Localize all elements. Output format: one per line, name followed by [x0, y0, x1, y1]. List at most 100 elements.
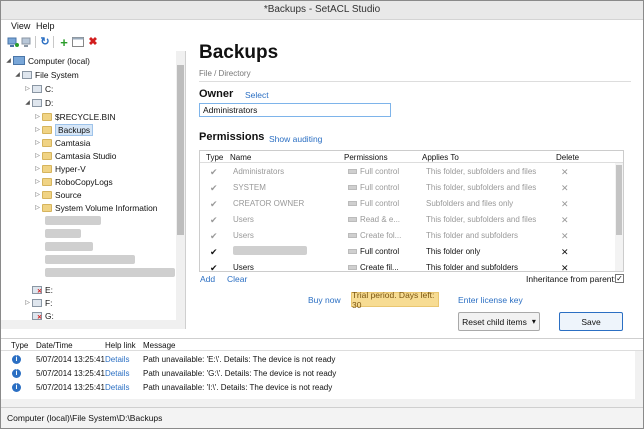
tree-item-computer[interactable]: ◢ Computer (local)	[4, 54, 90, 67]
column-header-type[interactable]: Type	[206, 153, 223, 162]
scrollbar-thumb[interactable]	[177, 65, 184, 235]
inheritance-checkbox[interactable]: ✓	[615, 274, 624, 283]
expand-icon[interactable]: ▷	[33, 139, 42, 146]
expand-icon[interactable]: ▷	[33, 126, 42, 133]
table-row[interactable]: ✔ SYSTEM Full control This folder, subfo…	[200, 179, 623, 195]
tree-item-drive-d[interactable]: ◢ D:	[23, 96, 53, 109]
tree-item-folder[interactable]: ▷ Hyper-V	[33, 162, 86, 175]
add-icon[interactable]: +	[58, 36, 70, 49]
properties-icon[interactable]	[72, 36, 84, 48]
log-details-link[interactable]: Details	[105, 383, 129, 392]
row-name: Users	[233, 231, 254, 240]
log-horizontal-scrollbar[interactable]	[1, 399, 643, 407]
app-window: *Backups - SetACL Studio View Help ↻ + ✖…	[0, 0, 644, 429]
tree-item-folder[interactable]: ▷ RoboCopyLogs	[33, 175, 113, 188]
tree-item-folder[interactable]: ▷ $RECYCLE.BIN	[33, 110, 115, 123]
delete-entry-icon[interactable]: ✕	[561, 247, 569, 258]
column-header-applies-to[interactable]: Applies To	[422, 153, 459, 162]
log-row[interactable]: i 5/07/2014 13:25:41 Details Path unavai…	[1, 366, 643, 380]
expand-icon[interactable]: ▷	[33, 204, 42, 211]
scrollbar-thumb[interactable]	[616, 165, 622, 235]
table-scrollbar[interactable]	[615, 163, 623, 271]
delete-entry-icon[interactable]: ✕	[561, 167, 569, 178]
add-entry-link[interactable]: Add	[200, 274, 215, 284]
toolbar: ↻ + ✖	[1, 34, 186, 50]
table-row[interactable]: ✔ Users Create fol... This folder and su…	[200, 227, 623, 243]
menu-view[interactable]: View	[11, 21, 30, 31]
permission-icon	[348, 217, 357, 223]
save-button[interactable]: Save	[559, 312, 623, 331]
menu-help[interactable]: Help	[36, 21, 55, 31]
reset-button-label: Reset child items	[462, 316, 527, 327]
expand-icon[interactable]: ▷	[33, 165, 42, 172]
tree-horizontal-scrollbar[interactable]	[1, 320, 176, 329]
delete-entry-icon[interactable]: ✕	[561, 183, 569, 194]
tree-item-folder[interactable]: ▷ Source	[33, 188, 81, 201]
collapse-icon[interactable]: ◢	[23, 99, 32, 106]
tree-item-drive-f[interactable]: ▷ F:	[23, 296, 52, 309]
permission-icon	[348, 185, 357, 191]
tree-item-folder[interactable]: ▷ System Volume Information	[33, 201, 157, 214]
tree-item-file-system[interactable]: ◢ File System	[13, 68, 79, 81]
delete-entry-icon[interactable]: ✕	[561, 199, 569, 210]
refresh-icon[interactable]: ↻	[39, 36, 51, 48]
collapse-icon[interactable]: ◢	[13, 71, 22, 78]
folder-icon	[42, 125, 52, 134]
row-name: Users	[233, 215, 254, 224]
delete-entry-icon[interactable]: ✕	[561, 215, 569, 226]
unavailable-drive-icon	[32, 285, 42, 295]
row-name: Users	[233, 263, 254, 272]
add-computer-icon[interactable]	[7, 36, 19, 48]
tree-item-folder-selected[interactable]: ▷ Backups	[33, 123, 94, 136]
allow-check-icon: ✔	[210, 263, 218, 272]
table-row[interactable]: ✔ Administrators Full control This folde…	[200, 163, 623, 179]
table-row[interactable]: ✔ Users Create fil... This folder and su…	[200, 259, 623, 272]
log-details-link[interactable]: Details	[105, 369, 129, 378]
permission-icon	[348, 249, 357, 255]
tree-item-folder[interactable]: ▷ Camtasia	[33, 136, 90, 149]
tree-item-label: G:	[45, 310, 54, 321]
reset-child-items-button[interactable]: Reset child items ▾	[458, 312, 540, 331]
column-header-name[interactable]: Name	[230, 153, 251, 162]
log-column-datetime[interactable]: Date/Time	[36, 341, 73, 350]
expand-icon[interactable]: ▷	[33, 178, 42, 185]
expand-icon[interactable]: ▷	[23, 299, 32, 306]
buy-now-link[interactable]: Buy now	[308, 295, 341, 305]
show-auditing-link[interactable]: Show auditing	[269, 134, 322, 144]
expand-icon[interactable]: ▷	[33, 152, 42, 159]
toolbar-separator	[53, 36, 54, 48]
tree-item-folder[interactable]: ▷ Camtasia Studio	[33, 149, 116, 162]
tree-vertical-scrollbar[interactable]	[176, 51, 185, 329]
delete-entry-icon[interactable]: ✕	[561, 231, 569, 242]
drive-icon	[32, 84, 42, 93]
expand-icon[interactable]: ▷	[33, 113, 42, 120]
table-row[interactable]: ✔ Full control This folder only ✕	[200, 243, 623, 259]
log-row[interactable]: i 5/07/2014 13:25:41 Details Path unavai…	[1, 380, 643, 394]
log-row[interactable]: i 5/07/2014 13:25:41 Details Path unavai…	[1, 352, 643, 366]
remove-computer-icon[interactable]	[21, 36, 33, 48]
log-column-type[interactable]: Type	[11, 341, 28, 350]
column-header-delete[interactable]: Delete	[556, 153, 579, 162]
row-applies-to: This folder and subfolders	[426, 263, 519, 272]
delete-icon[interactable]: ✖	[87, 36, 99, 48]
table-row[interactable]: ✔ CREATOR OWNER Full control Subfolders …	[200, 195, 623, 211]
log-vertical-scrollbar[interactable]	[635, 351, 643, 400]
info-icon: i	[12, 383, 21, 392]
owner-select-link[interactable]: Select	[245, 90, 269, 100]
column-header-permissions[interactable]: Permissions	[344, 153, 388, 162]
license-key-link[interactable]: Enter license key	[458, 295, 523, 305]
tree-item-drive-e[interactable]: E:	[23, 283, 53, 296]
tree-item-drive-c[interactable]: ▷ C:	[23, 82, 53, 95]
expand-icon[interactable]: ▷	[33, 191, 42, 198]
log-details-link[interactable]: Details	[105, 355, 129, 364]
table-row[interactable]: ✔ Users Read & e... This folder, subfold…	[200, 211, 623, 227]
clear-entries-link[interactable]: Clear	[227, 274, 247, 284]
expand-icon[interactable]: ▷	[23, 85, 32, 92]
redacted-region	[45, 242, 93, 251]
log-column-message[interactable]: Message	[143, 341, 175, 350]
delete-entry-icon[interactable]: ✕	[561, 263, 569, 271]
permission-icon	[348, 201, 357, 207]
collapse-icon[interactable]: ◢	[4, 57, 13, 64]
log-column-help[interactable]: Help link	[105, 341, 136, 350]
owner-field[interactable]: Administrators	[199, 103, 391, 117]
